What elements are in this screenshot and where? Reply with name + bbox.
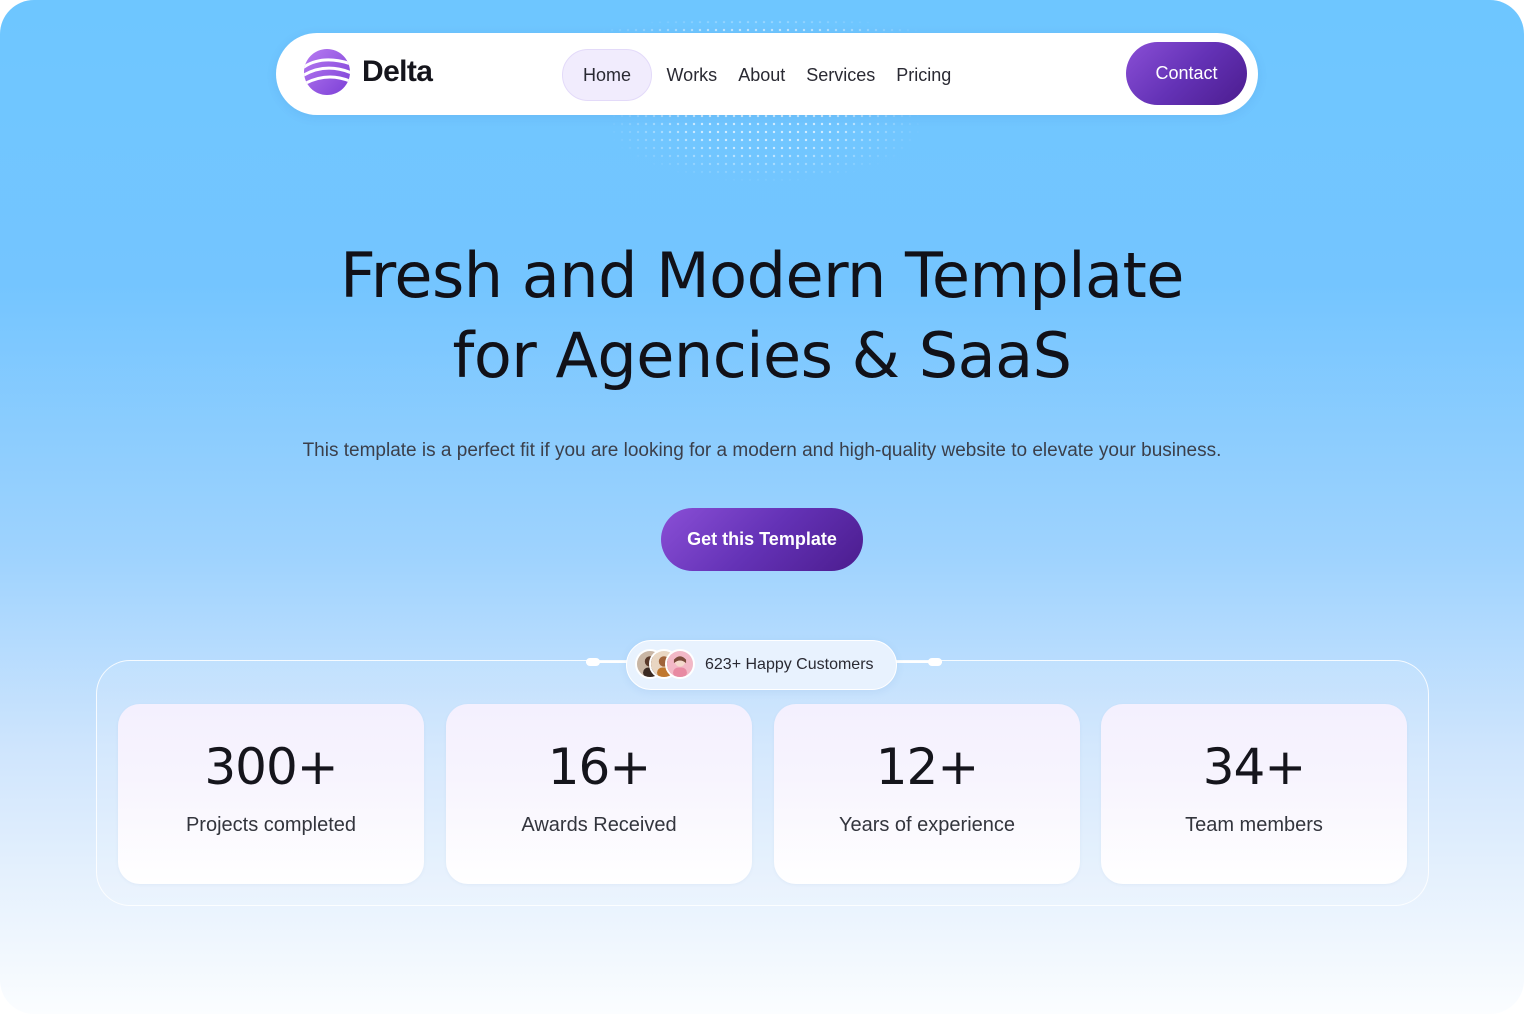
stat-label: Projects completed [185, 814, 357, 836]
stat-card-team: 34+ Team members [1101, 704, 1407, 884]
stat-card-awards: 16+ Awards Received [446, 704, 752, 884]
nav-about[interactable]: About [728, 49, 796, 101]
connector-curve-right [892, 658, 942, 666]
navbar: Delta Home Works About Services Pricing … [276, 33, 1258, 115]
stat-card-projects: 300+ Projects completed [118, 704, 424, 884]
pill-connector-right [892, 655, 942, 667]
nav-home[interactable]: Home [562, 49, 653, 101]
happy-customers-badge: 623+ Happy Customers [626, 640, 897, 690]
stat-label: Awards Received [521, 814, 677, 836]
nav-works[interactable]: Works [656, 49, 728, 101]
hero-title-line-1: Fresh and Modern Template [340, 239, 1184, 312]
dot-pattern [610, 112, 920, 182]
brand-name: Delta [362, 55, 433, 88]
hero-title: Fresh and Modern Template for Agencies &… [0, 236, 1524, 396]
page-frame: Delta Home Works About Services Pricing … [0, 0, 1524, 1014]
avatar [665, 649, 695, 679]
happy-customers-text: 623+ Happy Customers [705, 656, 874, 673]
stat-value: 12+ [875, 738, 980, 796]
get-template-button[interactable]: Get this Template [661, 508, 863, 571]
hero-subtitle: This template is a perfect fit if you ar… [302, 440, 1222, 461]
nav-pricing[interactable]: Pricing [886, 49, 962, 101]
hero-title-line-2: for Agencies & SaaS [452, 319, 1072, 392]
stat-value: 300+ [204, 738, 338, 796]
contact-button[interactable]: Contact [1126, 42, 1247, 105]
stat-value: 34+ [1202, 738, 1307, 796]
stat-value: 16+ [547, 738, 652, 796]
avatar-group [635, 649, 697, 681]
delta-logo-icon [304, 49, 350, 95]
stat-label: Team members [1185, 814, 1323, 836]
nav-services[interactable]: Services [796, 49, 886, 101]
logo[interactable]: Delta [302, 47, 433, 97]
nav-links: Home Works About Services Pricing [562, 49, 962, 101]
stat-label: Years of experience [838, 814, 1016, 836]
stat-card-experience: 12+ Years of experience [774, 704, 1080, 884]
